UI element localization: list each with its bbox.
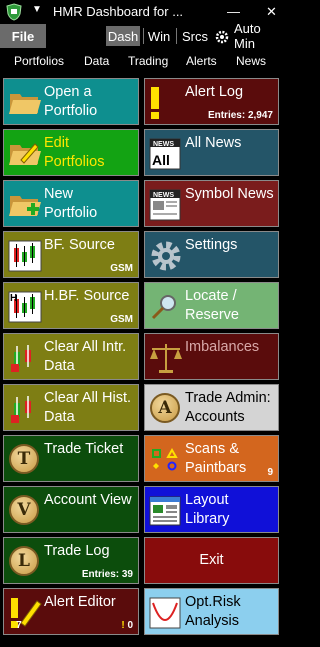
all-news-label: All News xyxy=(185,135,242,151)
newspaper-icon: NEWS xyxy=(149,189,181,221)
newspaper-icon: NEWS All xyxy=(149,138,181,170)
menu-news[interactable]: News xyxy=(236,54,266,68)
locate-reserve-label: Locate / Reserve xyxy=(185,288,239,323)
tab-win[interactable]: Win xyxy=(146,26,172,46)
account-view-coin-icon: V xyxy=(9,495,39,525)
gear-icon xyxy=(151,241,181,271)
gear-icon[interactable] xyxy=(215,30,229,44)
alert-editor-count-right: ! 0 xyxy=(121,620,133,631)
tab-separator xyxy=(176,28,177,44)
trade-ticket-label: Trade Ticket xyxy=(44,441,124,457)
new-portfolio-label: New Portfolio xyxy=(44,186,98,221)
trade-log-button[interactable]: L Trade Log Entries: 39 xyxy=(3,537,139,584)
hbf-source-button[interactable]: H H.BF. Source GSM xyxy=(3,282,139,329)
close-icon[interactable]: ✕ xyxy=(266,4,277,20)
svg-text:NEWS: NEWS xyxy=(153,192,174,199)
tab-bar: File Dash Win Srcs Auto Min xyxy=(0,21,287,51)
alert-log-icon xyxy=(151,87,159,119)
layout-library-button[interactable]: Layout Library xyxy=(144,486,279,533)
candlestick-clear-icon xyxy=(11,396,31,423)
alert-log-button[interactable]: Alert Log Entries: 2,947 xyxy=(144,78,279,125)
scan-shapes-icon xyxy=(152,447,178,471)
candlestick-chart-icon xyxy=(8,240,42,272)
history-chart-icon: H xyxy=(8,291,42,323)
menu-data[interactable]: Data xyxy=(84,54,109,68)
trade-admin-accounts-button[interactable]: A Trade Admin: Accounts xyxy=(144,384,279,431)
opt-risk-analysis-label: Opt.Risk Analysis xyxy=(185,594,241,629)
tab-separator xyxy=(143,28,144,44)
magnifier-icon xyxy=(151,295,176,320)
imbalances-button[interactable]: Imbalances xyxy=(144,333,279,380)
exit-label: Exit xyxy=(199,552,224,568)
clear-intraday-data-label: Clear All Intr. Data xyxy=(44,339,127,374)
candlestick-clear-icon xyxy=(11,345,31,372)
layout-icon xyxy=(149,496,181,526)
trade-admin-accounts-label: Trade Admin: Accounts xyxy=(185,390,271,425)
scales-icon xyxy=(150,344,182,373)
alert-log-label: Alert Log xyxy=(185,84,244,100)
exit-button[interactable]: Exit xyxy=(144,537,279,584)
open-portfolio-button[interactable]: Open a Portfolio xyxy=(3,78,139,125)
menu-trading[interactable]: Trading xyxy=(128,54,168,68)
tab-dash[interactable]: Dash xyxy=(106,26,140,46)
edit-portfolios-label: Edit Portfolios xyxy=(44,135,105,170)
alert-log-entries: Entries: 2,947 xyxy=(207,110,273,121)
trade-admin-coin-icon: A xyxy=(150,393,180,423)
menu-alerts[interactable]: Alerts xyxy=(186,54,217,68)
tab-auto-min[interactable]: Auto Min xyxy=(231,21,287,51)
account-view-label: Account View xyxy=(44,492,132,508)
alert-editor-count-left: ! 7 xyxy=(10,620,22,631)
scans-count: 9 xyxy=(267,467,273,478)
symbol-news-label: Symbol News xyxy=(185,186,274,202)
scans-paintbars-label: Scans & Paintbars xyxy=(185,441,247,476)
trade-ticket-button[interactable]: T Trade Ticket xyxy=(3,435,139,482)
trade-log-entries: Entries: 39 xyxy=(81,569,133,580)
svg-text:H: H xyxy=(10,293,17,304)
folder-edit-icon xyxy=(9,143,41,165)
risk-chart-icon xyxy=(149,597,181,629)
all-news-button[interactable]: NEWS All All News xyxy=(144,129,279,176)
bf-source-value: GSM xyxy=(110,263,133,274)
settings-label: Settings xyxy=(185,237,238,253)
trade-ticket-coin-icon: T xyxy=(9,444,39,474)
locate-reserve-button[interactable]: Locate / Reserve xyxy=(144,282,279,329)
imbalances-label: Imbalances xyxy=(185,339,260,355)
open-portfolio-label: Open a Portfolio xyxy=(44,84,98,119)
settings-button[interactable]: Settings xyxy=(144,231,279,278)
bf-source-label: BF. Source xyxy=(44,237,115,253)
svg-text:NEWS: NEWS xyxy=(153,141,174,148)
edit-portfolios-button[interactable]: Edit Portfolios xyxy=(3,129,139,176)
svg-text:All: All xyxy=(152,152,170,168)
bf-source-button[interactable]: BF. Source GSM xyxy=(3,231,139,278)
trade-log-coin-icon: L xyxy=(9,546,39,576)
clear-intraday-data-button[interactable]: Clear All Intr. Data xyxy=(3,333,139,380)
minimize-icon[interactable]: — xyxy=(227,4,240,19)
menu-portfolios[interactable]: Portfolios xyxy=(14,54,64,68)
layout-library-label: Layout Library xyxy=(185,492,230,527)
scans-paintbars-button[interactable]: Scans & Paintbars 9 xyxy=(144,435,279,482)
account-view-button[interactable]: V Account View xyxy=(3,486,139,533)
tab-srcs[interactable]: Srcs xyxy=(180,26,210,46)
symbol-news-button[interactable]: NEWS Symbol News xyxy=(144,180,279,227)
clear-historical-data-button[interactable]: Clear All Hist. Data xyxy=(3,384,139,431)
hbf-source-label: H.BF. Source xyxy=(44,288,130,304)
opt-risk-analysis-button[interactable]: Opt.Risk Analysis xyxy=(144,588,279,635)
system-menu-icon[interactable]: ▼ xyxy=(32,4,42,15)
tab-file[interactable]: File xyxy=(0,24,46,48)
trade-log-label: Trade Log xyxy=(44,543,110,559)
window-title: HMR Dashboard for ... xyxy=(53,4,184,19)
folder-open-icon xyxy=(9,94,41,114)
app-shield-icon[interactable] xyxy=(6,3,22,21)
clear-historical-data-label: Clear All Hist. Data xyxy=(44,390,132,425)
alert-editor-button[interactable]: Alert Editor ! 7 ! 0 xyxy=(3,588,139,635)
alert-editor-label: Alert Editor xyxy=(44,594,116,610)
new-portfolio-button[interactable]: New Portfolio xyxy=(3,180,139,227)
folder-add-icon xyxy=(9,196,41,216)
menu-bar: Portfolios Data Trading Alerts News xyxy=(0,48,284,74)
hbf-source-value: GSM xyxy=(110,314,133,325)
